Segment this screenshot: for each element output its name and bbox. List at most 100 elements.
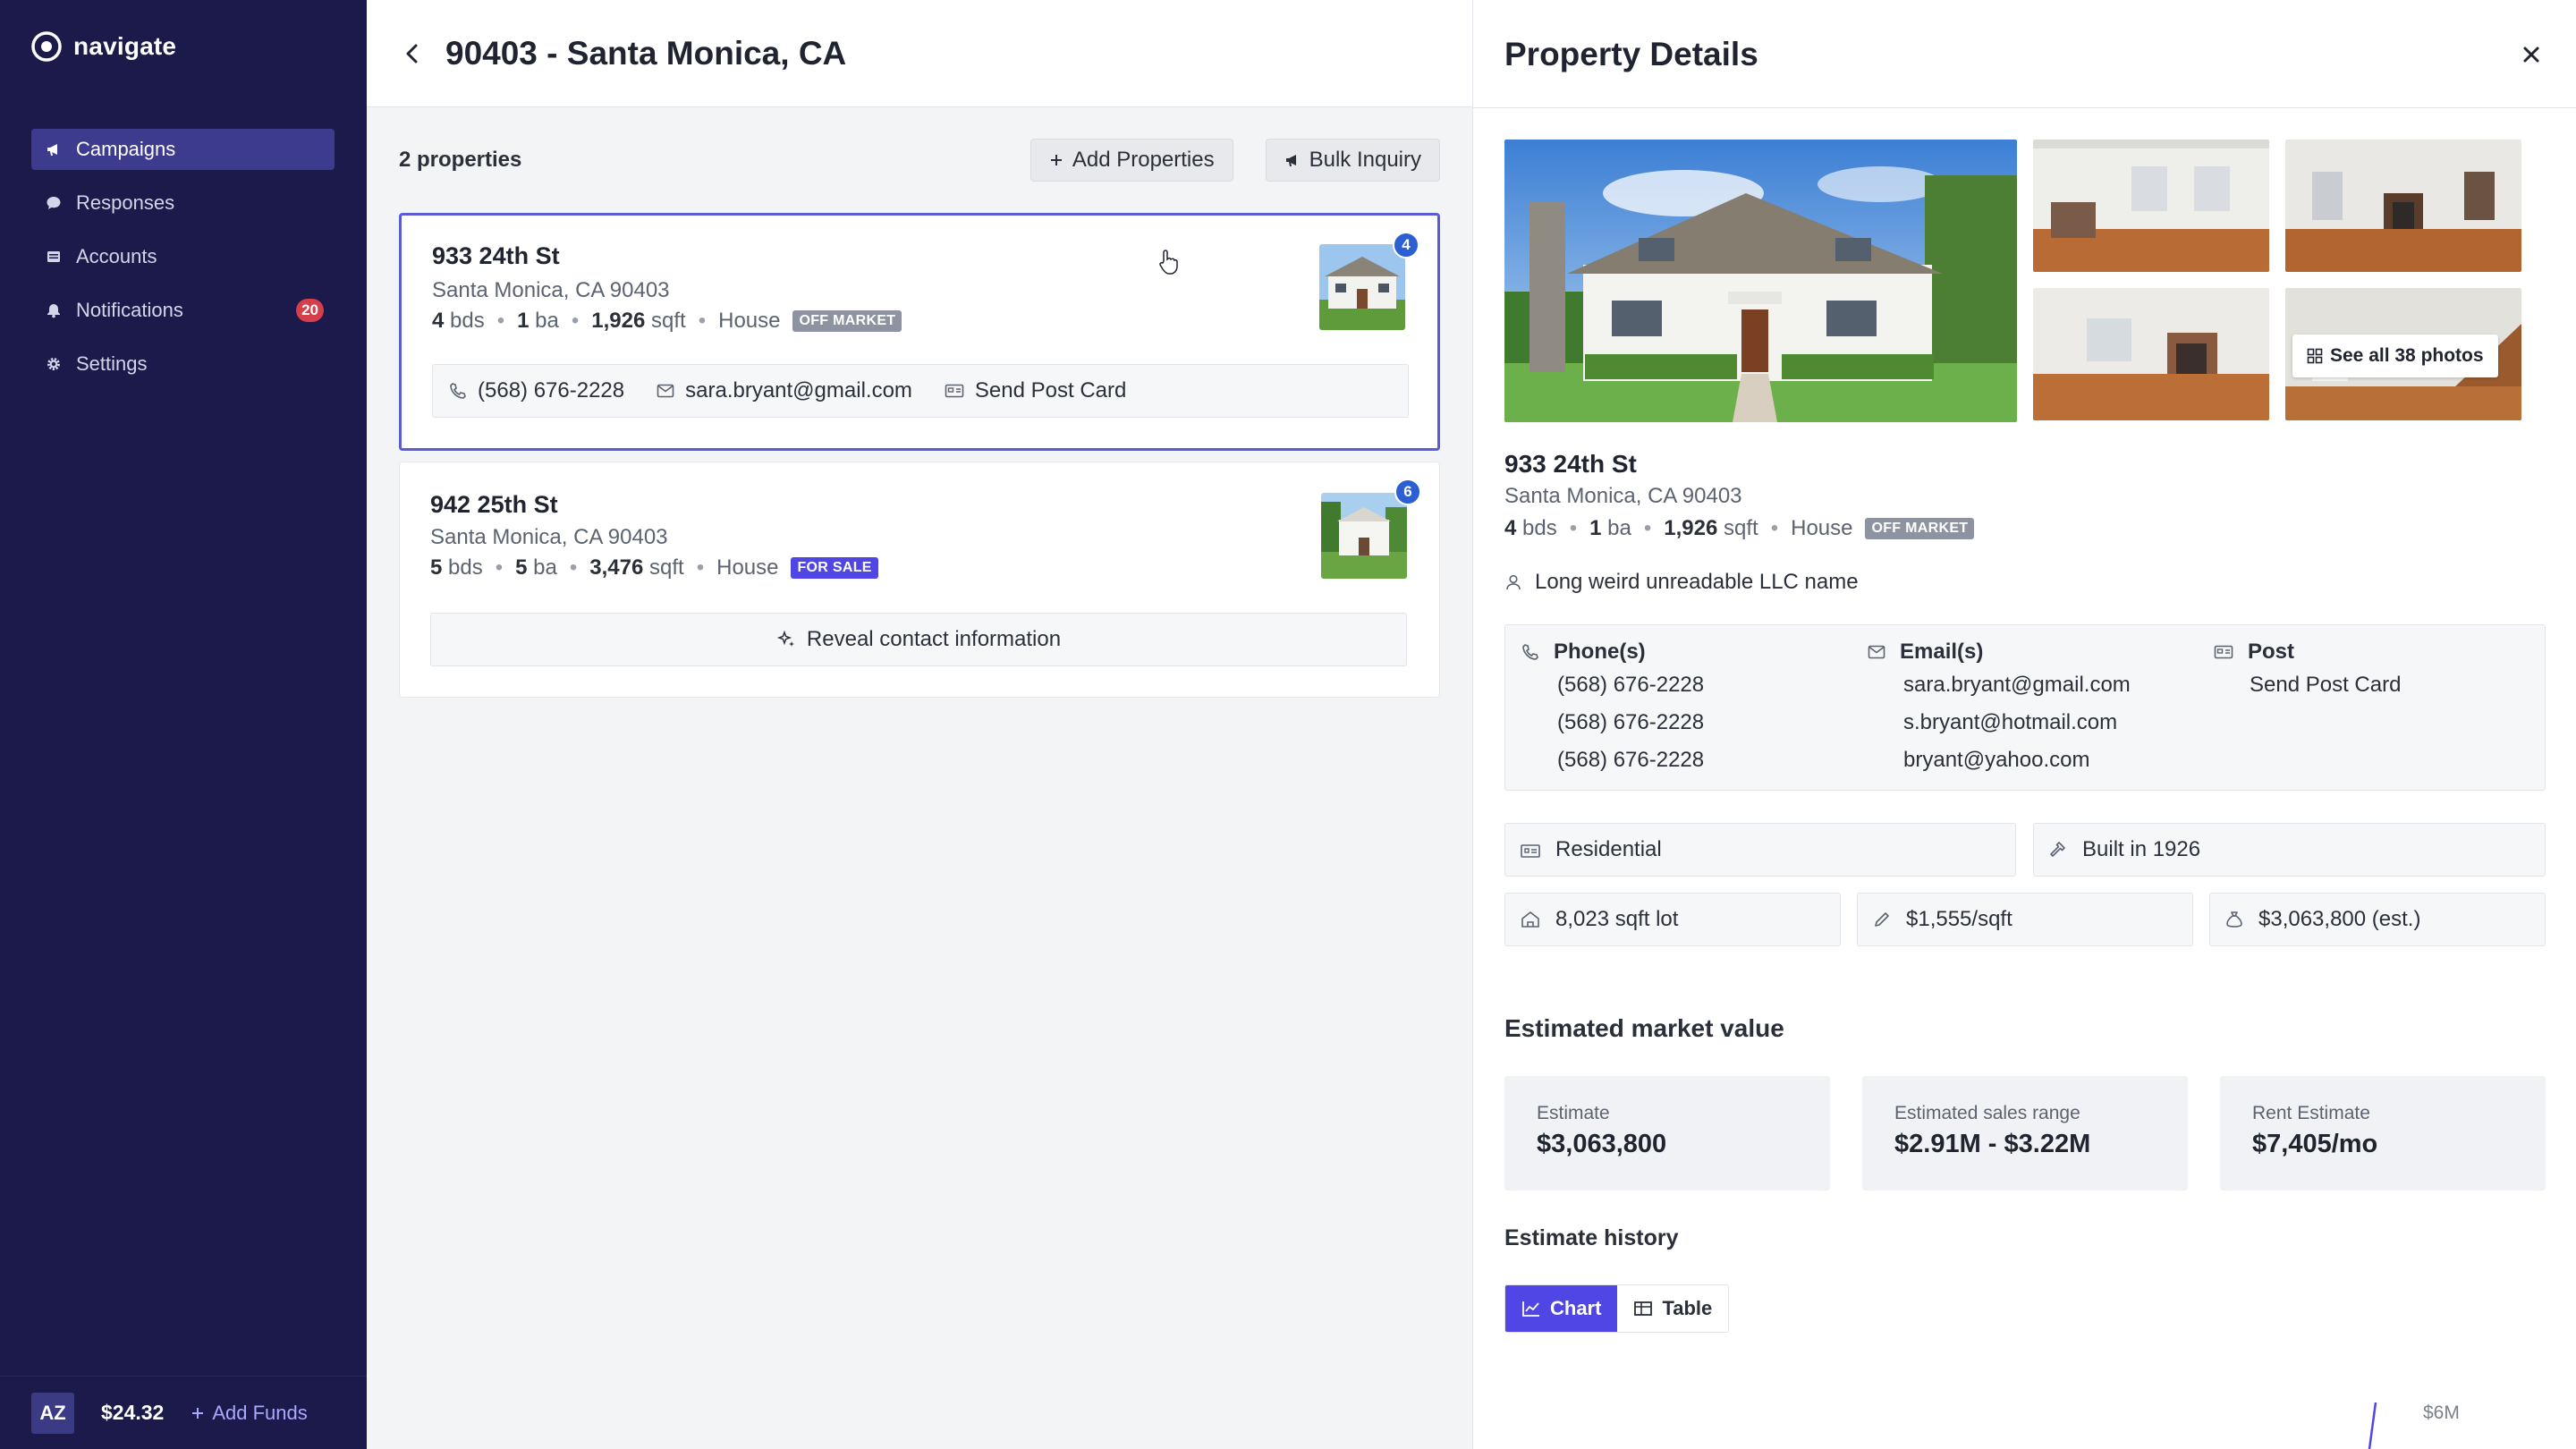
property-meta: 5 bds • 5 ba • 3,476 sqft • House FOR SA… <box>430 555 878 580</box>
beds-value: 4 <box>1504 516 1517 540</box>
price-per-sqft-attribute: $1,555/sqft <box>1857 893 2193 946</box>
property-thumbnail[interactable] <box>1321 493 1407 579</box>
dining-room-photo <box>2033 288 2269 420</box>
estimate-value: $3,063,800 <box>1537 1130 1667 1158</box>
house-exterior-photo <box>1504 140 2017 422</box>
sqft: 1,926 sqft <box>591 309 685 334</box>
bulk-inquiry-button[interactable]: Bulk Inquiry <box>1265 139 1440 182</box>
details-address: 933 24th St <box>1504 450 1637 478</box>
chart-view-button[interactable]: Chart <box>1505 1285 1618 1332</box>
phone-number[interactable]: (568) 676-2228 <box>1557 741 1704 779</box>
reveal-contact-label: Reveal contact information <box>806 627 1062 651</box>
phone-contact[interactable]: (568) 676-2228 <box>449 378 624 403</box>
lot-icon <box>1521 911 1539 928</box>
property-type: House <box>718 309 781 333</box>
sidebar-item-label: Notifications <box>76 299 183 321</box>
status-badge: FOR SALE <box>791 557 878 579</box>
megaphone-icon <box>1285 155 1296 166</box>
account-footer: AZ $24.32 Add Funds <box>0 1376 367 1449</box>
gallery-photo[interactable] <box>2033 288 2269 420</box>
property-address: 933 24th St <box>432 242 560 269</box>
sales-range-value: $2.91M - $3.22M <box>1894 1130 2091 1158</box>
beds: 5 bds <box>430 555 483 580</box>
sidebar-item-label: Settings <box>76 352 148 375</box>
sidebar-item-label: Responses <box>76 191 175 214</box>
email-address[interactable]: s.bryant@hotmail.com <box>1903 704 2131 741</box>
property-card[interactable]: 942 25th St Santa Monica, CA 90403 5 bds… <box>399 462 1440 698</box>
beds-value: 4 <box>432 309 445 333</box>
plus-icon <box>1050 155 1062 165</box>
owner-name: Long weird unreadable LLC name <box>1535 570 1859 594</box>
sidebar: navigate Campaigns Responses Accounts No… <box>0 0 367 1449</box>
estimate-label: Estimate <box>1537 1103 1610 1123</box>
table-view-button[interactable]: Table <box>1617 1285 1729 1332</box>
beds-unit: bds <box>448 555 483 580</box>
close-icon <box>2523 47 2539 63</box>
close-button[interactable] <box>2517 40 2546 69</box>
header-divider <box>1473 107 2576 108</box>
sales-range-card: Estimated sales range $2.91M - $3.22M <box>1862 1076 2188 1191</box>
beds: 4 bds <box>1504 516 1557 541</box>
history-view-toggle: Chart Table <box>1504 1284 1730 1333</box>
see-all-photos-button[interactable]: See all 38 photos <box>2292 335 2498 377</box>
avatar[interactable]: AZ <box>31 1392 74 1434</box>
reveal-contact-button[interactable]: Reveal contact information <box>430 613 1407 666</box>
grid-icon <box>2307 348 2323 364</box>
baths-value: 1 <box>1589 516 1602 540</box>
separator-dot: • <box>696 555 705 580</box>
add-funds-button[interactable]: Add Funds <box>191 1402 308 1425</box>
main-photo[interactable] <box>1504 140 2017 422</box>
year-built-value: Built in 1926 <box>2082 837 2201 861</box>
chart-axis-tick-label: $6M <box>2423 1402 2460 1423</box>
market-value-title: Estimated market value <box>1504 1014 1784 1042</box>
sqft: 3,476 sqft <box>589 555 683 580</box>
email-address[interactable]: sara.bryant@gmail.com <box>1903 666 2131 704</box>
details-header: Property Details <box>1504 32 2546 77</box>
separator-dot: • <box>571 309 580 333</box>
sidebar-item-campaigns[interactable]: Campaigns <box>31 129 335 170</box>
property-count: 2 properties <box>399 148 522 172</box>
lot-size-attribute: 8,023 sqft lot <box>1504 893 1841 946</box>
send-post-card-label: Send Post Card <box>974 378 1127 402</box>
sidebar-item-settings[interactable]: Settings <box>31 343 335 385</box>
baths: 1 ba <box>517 309 559 334</box>
emails-label: Email(s) <box>1900 640 1984 664</box>
page-title: 90403 - Santa Monica, CA <box>445 34 847 72</box>
property-type: House <box>716 555 779 580</box>
phone-number[interactable]: (568) 676-2228 <box>1557 704 1704 741</box>
send-post-card-button[interactable]: Send Post Card <box>945 378 1126 403</box>
sqft-value: 3,476 <box>589 555 644 580</box>
sidebar-item-responses[interactable]: Responses <box>31 182 335 224</box>
sidebar-nav: Campaigns Responses Accounts Notificatio… <box>31 129 335 397</box>
email-address[interactable]: bryant@yahoo.com <box>1903 741 2131 779</box>
phones-label: Phone(s) <box>1554 640 1646 664</box>
email-contact[interactable]: sara.bryant@gmail.com <box>657 378 912 403</box>
sidebar-item-notifications[interactable]: Notifications 20 <box>31 290 335 331</box>
gallery-photo[interactable] <box>2285 140 2521 272</box>
gallery-photo[interactable] <box>2033 140 2269 272</box>
send-post-card-button[interactable]: Send Post Card <box>2250 666 2401 704</box>
estimate-history-line-partial <box>2368 1402 2377 1449</box>
brand-logo[interactable]: navigate <box>30 30 176 63</box>
accounts-icon <box>47 251 60 262</box>
phone-number[interactable]: (568) 676-2228 <box>1557 666 1704 704</box>
see-all-photos-label: See all 38 photos <box>2330 345 2484 366</box>
sqft: 1,926 sqft <box>1664 516 1758 541</box>
photo-count-badge: 4 <box>1393 232 1419 258</box>
contact-details-box: Phone(s) (568) 676-2228 (568) 676-2228 (… <box>1504 624 2546 791</box>
sqft-value: 1,926 <box>1664 516 1718 540</box>
house-photo-thumbnail <box>1319 244 1405 330</box>
bulk-inquiry-label: Bulk Inquiry <box>1309 148 1421 172</box>
price-per-sqft-value: $1,555/sqft <box>1906 907 2012 931</box>
property-card-selected[interactable]: 933 24th St Santa Monica, CA 90403 4 bds… <box>399 213 1440 451</box>
postcard-icon <box>945 384 964 398</box>
sidebar-item-accounts[interactable]: Accounts <box>31 236 335 277</box>
add-properties-button[interactable]: Add Properties <box>1030 139 1233 182</box>
plus-icon <box>192 1407 204 1419</box>
property-address: 942 25th St <box>430 491 558 518</box>
sparkle-icon <box>776 630 794 647</box>
back-button[interactable] <box>399 40 426 67</box>
beds-unit: bds <box>450 309 485 333</box>
property-thumbnail[interactable] <box>1319 244 1405 330</box>
property-meta: 4 bds • 1 ba • 1,926 sqft • House OFF MA… <box>432 309 902 334</box>
